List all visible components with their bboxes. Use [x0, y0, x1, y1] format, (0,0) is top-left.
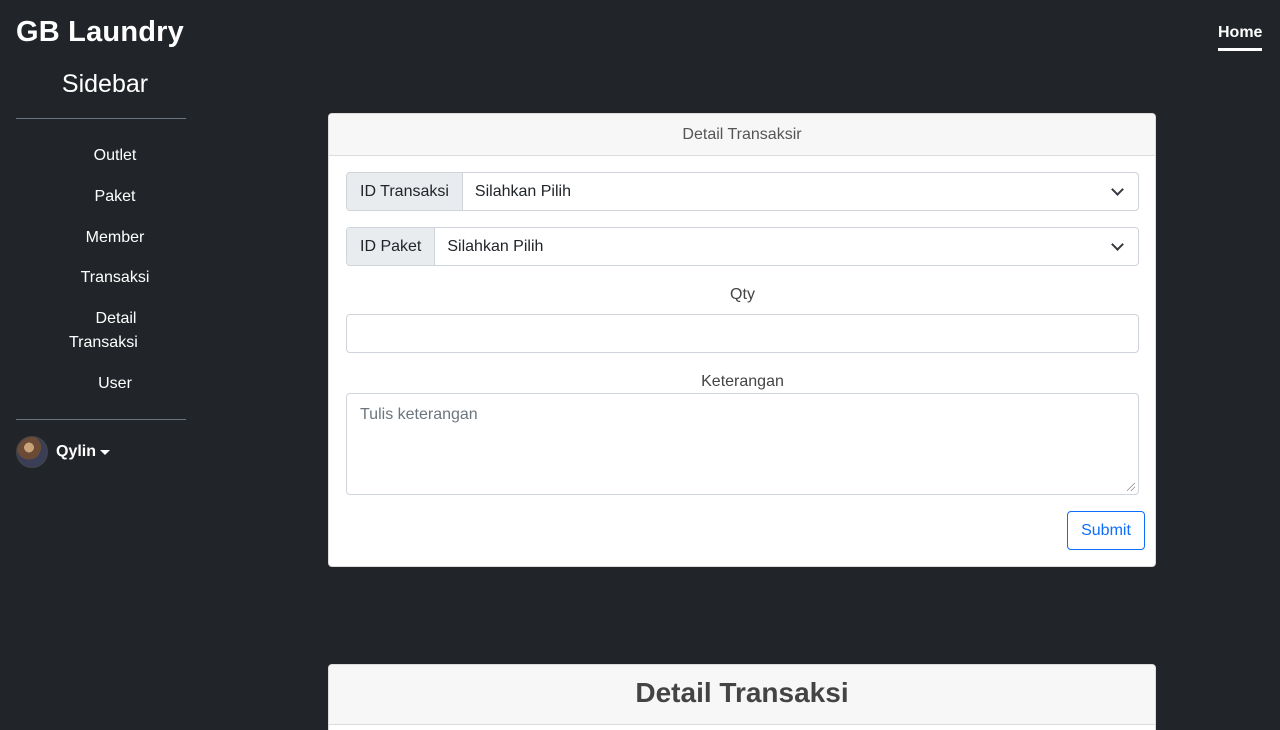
sidebar-title: Sidebar: [61, 70, 149, 98]
sidebar-item-user[interactable]: User: [40, 372, 190, 396]
form-card-header: Detail Transaksir: [329, 114, 1155, 156]
id-transaksi-value: Silahkan Pilih: [474, 182, 571, 200]
detail-transaksi-table-card: Detail Transaksi: [328, 664, 1156, 730]
id-paket-group: ID Paket Silahkan Pilih: [346, 227, 1139, 266]
qty-input[interactable]: [346, 314, 1139, 353]
caret-down-icon: [100, 449, 111, 455]
sidebar-item-detail-transaksi[interactable]: Detail Transaksi: [64, 307, 168, 355]
sidebar-item-member[interactable]: Member: [40, 226, 190, 250]
sidebar-item-detail-line1: Detail: [95, 310, 137, 327]
page: GB Laundry Sidebar Outlet Paket Member T…: [0, 0, 1280, 730]
chevron-down-icon: [1111, 183, 1124, 196]
sidebar-item-detail-line2: Transaksi: [69, 334, 138, 351]
table-card-header: Detail Transaksi: [329, 665, 1155, 725]
id-paket-label: ID Paket: [347, 228, 436, 265]
sidebar-item-outlet[interactable]: Outlet: [40, 144, 190, 168]
nav-home-link[interactable]: Home: [1218, 24, 1263, 51]
user-name: Qylin: [56, 443, 97, 460]
id-paket-select[interactable]: Silahkan Pilih: [435, 228, 1138, 265]
user-dropdown[interactable]: Qylin: [16, 436, 111, 468]
id-paket-value: Silahkan Pilih: [447, 237, 544, 255]
keterangan-label: Keterangan: [701, 373, 784, 390]
id-transaksi-group: ID Transaksi Silahkan Pilih: [346, 172, 1139, 211]
sidebar-divider-top: [16, 118, 186, 119]
detail-transaksi-form-card: Detail Transaksir ID Transaksi Silahkan …: [328, 113, 1156, 567]
sidebar: GB Laundry Sidebar Outlet Paket Member T…: [0, 0, 202, 730]
sidebar-divider-bottom: [16, 419, 186, 420]
submit-button[interactable]: Submit: [1067, 511, 1145, 550]
id-transaksi-label: ID Transaksi: [347, 173, 463, 210]
brand-title[interactable]: GB Laundry: [16, 16, 184, 49]
resize-handle-icon[interactable]: [1127, 483, 1135, 491]
chevron-down-icon: [1111, 238, 1124, 251]
id-transaksi-select[interactable]: Silahkan Pilih: [463, 173, 1138, 210]
avatar: [16, 436, 48, 468]
sidebar-item-transaksi[interactable]: Transaksi: [40, 266, 190, 290]
sidebar-item-paket[interactable]: Paket: [40, 185, 190, 209]
keterangan-textarea[interactable]: Tulis keterangan: [346, 393, 1139, 495]
qty-label: Qty: [730, 286, 755, 303]
keterangan-placeholder: Tulis keterangan: [360, 406, 478, 423]
